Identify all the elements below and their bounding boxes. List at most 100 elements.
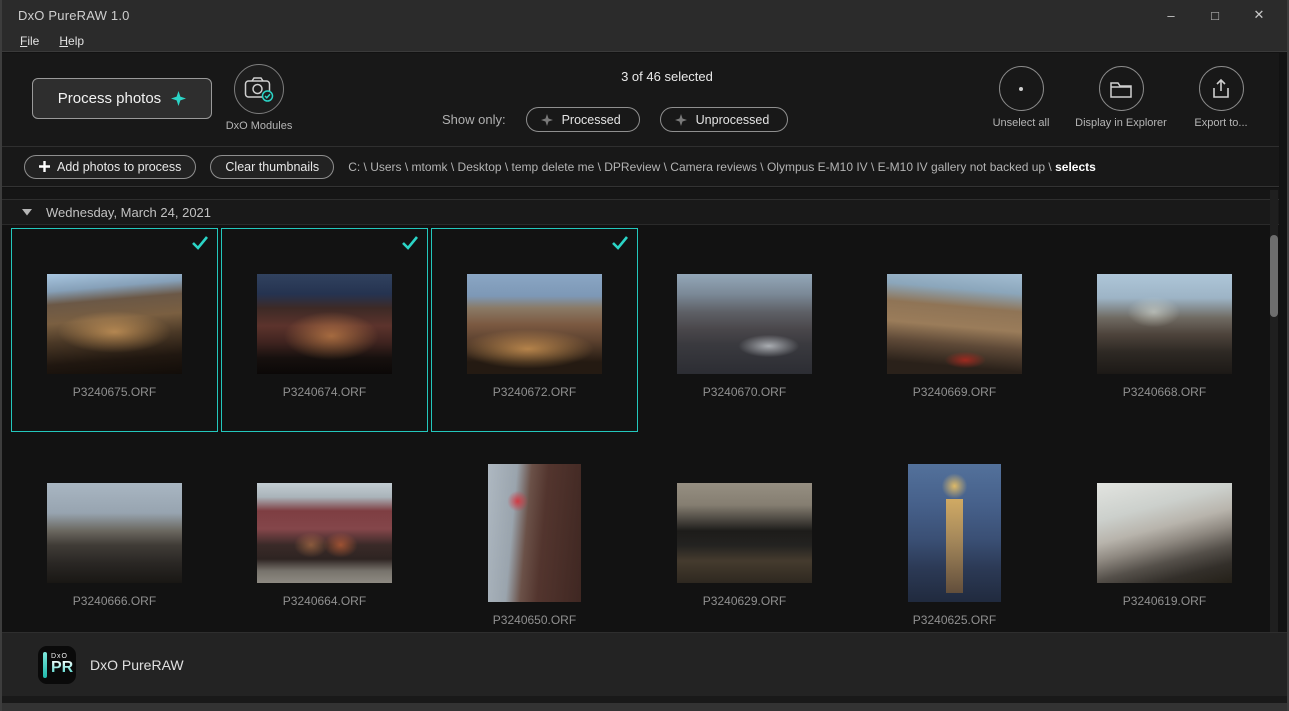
main-toolbar: Process photos DxO Modules 3 of 46 selec… bbox=[2, 53, 1279, 146]
photo-tile[interactable]: P3240629.ORF bbox=[641, 436, 848, 630]
export-icon bbox=[1199, 66, 1244, 111]
process-photos-label: Process photos bbox=[58, 90, 161, 107]
photo-tile[interactable]: P3240670.ORF bbox=[641, 228, 848, 432]
window-controls: – □ ✕ bbox=[1149, 0, 1281, 30]
add-photos-label: Add photos to process bbox=[57, 160, 181, 174]
selected-check-icon bbox=[401, 235, 419, 250]
add-photos-button[interactable]: Add photos to process bbox=[24, 155, 196, 179]
sparkle-icon bbox=[541, 114, 553, 126]
display-in-explorer-button[interactable]: Display in Explorer bbox=[1069, 66, 1173, 129]
photo-tile[interactable]: P3240625.ORF bbox=[851, 436, 1058, 630]
filter-processed-button[interactable]: Processed bbox=[526, 107, 640, 132]
selected-check-icon bbox=[191, 235, 209, 250]
photo-filename: P3240670.ORF bbox=[703, 385, 786, 399]
photo-thumbnail[interactable] bbox=[1097, 274, 1232, 374]
footer-lower-strip bbox=[2, 696, 1287, 703]
menu-help[interactable]: Help bbox=[51, 32, 92, 50]
photo-filename: P3240668.ORF bbox=[1123, 385, 1206, 399]
unselect-all-label: Unselect all bbox=[993, 117, 1050, 129]
selected-check-icon bbox=[611, 235, 629, 250]
photo-filename: P3240666.ORF bbox=[73, 594, 156, 608]
breadcrumb-path: C: \ Users \ mtomk \ Desktop \ temp dele… bbox=[348, 160, 1055, 174]
toolbar-actions: Unselect all Display in Explorer bbox=[973, 66, 1269, 129]
toolbar-center: 3 of 46 selected Show only: Processed Un… bbox=[442, 69, 862, 132]
app-window: DxO PureRAW 1.0 – □ ✕ File Help Process … bbox=[0, 0, 1289, 711]
filter-unprocessed-label: Unprocessed bbox=[696, 113, 770, 127]
photo-thumbnail[interactable] bbox=[257, 274, 392, 374]
action-bar: Add photos to process Clear thumbnails C… bbox=[2, 146, 1279, 187]
sparkle-icon bbox=[171, 91, 186, 106]
photo-filename: P3240672.ORF bbox=[493, 385, 576, 399]
display-in-explorer-label: Display in Explorer bbox=[1075, 117, 1167, 129]
photo-filename: P3240674.ORF bbox=[283, 385, 366, 399]
sparkle-icon bbox=[675, 114, 687, 126]
photo-tile[interactable]: P3240619.ORF bbox=[1061, 436, 1268, 630]
photo-filename: P3240675.ORF bbox=[73, 385, 156, 399]
logo-accent-bar bbox=[43, 652, 47, 678]
filter-unprocessed-button[interactable]: Unprocessed bbox=[660, 107, 789, 132]
breadcrumb-current-folder: selects bbox=[1055, 160, 1096, 174]
photo-tile[interactable]: P3240668.ORF bbox=[1061, 228, 1268, 432]
export-label: Export to... bbox=[1194, 117, 1247, 129]
unselect-all-button[interactable]: Unselect all bbox=[973, 66, 1069, 129]
photo-thumbnail[interactable] bbox=[47, 483, 182, 583]
camera-icon bbox=[234, 64, 284, 114]
clear-thumbnails-label: Clear thumbnails bbox=[225, 160, 319, 174]
filter-processed-label: Processed bbox=[562, 113, 621, 127]
photo-thumbnail[interactable] bbox=[467, 274, 602, 374]
scrollbar-thumb[interactable] bbox=[1270, 235, 1278, 317]
collapse-triangle-icon bbox=[22, 209, 32, 216]
photo-thumbnail[interactable] bbox=[677, 483, 812, 583]
photo-tile[interactable]: P3240664.ORF bbox=[221, 436, 428, 630]
window-title: DxO PureRAW 1.0 bbox=[18, 8, 130, 23]
minimize-button[interactable]: – bbox=[1149, 0, 1193, 30]
thumb-row-2: P3240666.ORF P3240664.ORF P3240650.ORF P… bbox=[11, 436, 1268, 630]
dxo-modules-button[interactable]: DxO Modules bbox=[228, 64, 290, 132]
photo-tile[interactable]: P3240650.ORF bbox=[431, 436, 638, 630]
title-bar: DxO PureRAW 1.0 – □ ✕ bbox=[2, 0, 1287, 30]
footer-bar: DxO PR DxO PureRAW bbox=[2, 632, 1287, 696]
photo-tile[interactable]: P3240674.ORF bbox=[221, 228, 428, 432]
photo-filename: P3240650.ORF bbox=[493, 613, 576, 627]
process-photos-button[interactable]: Process photos bbox=[32, 78, 212, 119]
folder-icon bbox=[1099, 66, 1144, 111]
logo-pr-text: PR bbox=[51, 660, 73, 676]
show-only-row: Show only: Processed Unprocessed bbox=[442, 107, 862, 132]
logo-text: DxO PR bbox=[51, 653, 73, 676]
photo-thumbnail[interactable] bbox=[908, 464, 1001, 602]
photo-tile[interactable]: P3240666.ORF bbox=[11, 436, 218, 630]
photo-filename: P3240669.ORF bbox=[913, 385, 996, 399]
menu-bar: File Help bbox=[2, 30, 1287, 52]
show-only-label: Show only: bbox=[442, 112, 506, 127]
photo-filename: P3240629.ORF bbox=[703, 594, 786, 608]
photo-thumbnail[interactable] bbox=[257, 483, 392, 583]
photo-thumbnail[interactable] bbox=[1097, 483, 1232, 583]
breadcrumb: C: \ Users \ mtomk \ Desktop \ temp dele… bbox=[348, 160, 1096, 174]
photo-thumbnail[interactable] bbox=[887, 274, 1022, 374]
menu-file[interactable]: File bbox=[12, 32, 47, 50]
plus-icon bbox=[39, 161, 50, 172]
dxo-modules-label: DxO Modules bbox=[226, 120, 293, 132]
photo-thumbnail[interactable] bbox=[677, 274, 812, 374]
grid-top-strip bbox=[2, 188, 1279, 199]
close-button[interactable]: ✕ bbox=[1237, 0, 1281, 30]
photo-tile[interactable]: P3240675.ORF bbox=[11, 228, 218, 432]
selection-status: 3 of 46 selected bbox=[557, 69, 777, 84]
thumb-row-1: P3240675.ORF P3240674.ORF P3240672.ORF P… bbox=[11, 228, 1268, 432]
footer-app-name: DxO PureRAW bbox=[90, 657, 184, 673]
photo-filename: P3240619.ORF bbox=[1123, 594, 1206, 608]
photo-thumbnail[interactable] bbox=[47, 274, 182, 374]
maximize-button[interactable]: □ bbox=[1193, 0, 1237, 30]
photo-tile[interactable]: P3240669.ORF bbox=[851, 228, 1058, 432]
export-button[interactable]: Export to... bbox=[1173, 66, 1269, 129]
photo-filename: P3240664.ORF bbox=[283, 594, 366, 608]
circle-dot-icon bbox=[999, 66, 1044, 111]
scrollbar-track[interactable] bbox=[1270, 190, 1278, 695]
photo-filename: P3240625.ORF bbox=[913, 613, 996, 627]
window-bottom-edge bbox=[2, 703, 1287, 711]
photo-tile[interactable]: P3240672.ORF bbox=[431, 228, 638, 432]
date-group-header[interactable]: Wednesday, March 24, 2021 bbox=[2, 199, 1279, 225]
photo-thumbnail[interactable] bbox=[488, 464, 581, 602]
photo-grid: P3240675.ORF P3240674.ORF P3240672.ORF P… bbox=[2, 226, 1279, 632]
clear-thumbnails-button[interactable]: Clear thumbnails bbox=[210, 155, 334, 179]
